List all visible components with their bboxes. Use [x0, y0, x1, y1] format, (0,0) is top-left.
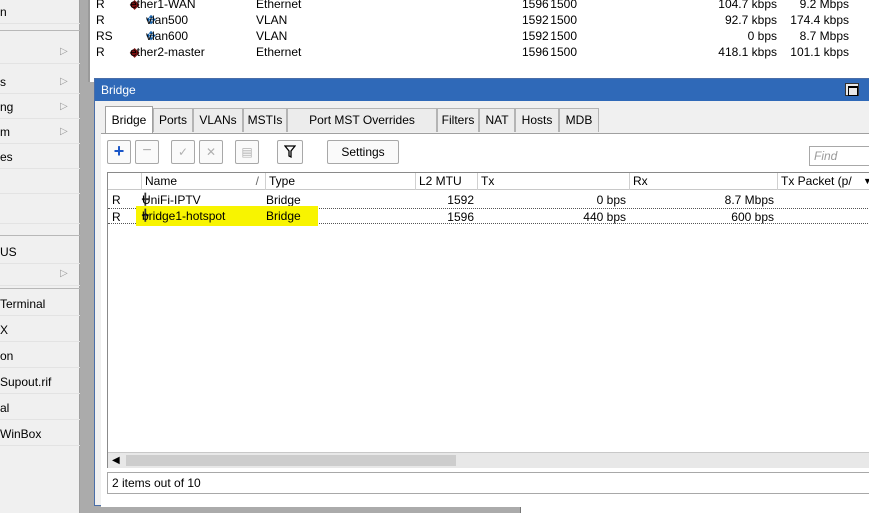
status-bar: 2 items out of 10 [107, 472, 869, 494]
menu-divider [0, 30, 80, 31]
enable-icon[interactable]: ✓ [171, 140, 195, 164]
tab-vlans[interactable]: VLANs [193, 108, 243, 132]
table-row-selected[interactable]: R ╋ bridge1-hotspot Bridge 1596 440 bps 60… [108, 206, 869, 226]
menu-item[interactable] [0, 200, 80, 224]
settings-button[interactable]: Settings [327, 140, 399, 164]
highlight-marker: ╋ bridge1-hotspot Bridge [136, 206, 318, 226]
chevron-right-icon: ▷ [60, 101, 68, 112]
menu-item[interactable]: on [0, 344, 80, 368]
tab-hosts[interactable]: Hosts [515, 108, 559, 132]
tab-mstis[interactable]: MSTIs [243, 108, 287, 132]
menu-item[interactable]: X [0, 318, 80, 342]
tab-ports[interactable]: Ports [153, 108, 193, 132]
filter-icon[interactable] [277, 140, 303, 164]
tab-port-mst-overrides[interactable]: Port MST Overrides [287, 108, 437, 132]
chevron-right-icon: ▷ [60, 268, 68, 279]
tab-nat[interactable]: NAT [479, 108, 515, 132]
menu-item[interactable]: s ▷ [0, 70, 80, 94]
comment-icon[interactable]: ▤ [235, 140, 259, 164]
tab-mdb[interactable]: MDB [559, 108, 599, 132]
menu-divider [0, 235, 80, 236]
column-header-l2mtu[interactable]: L2 MTU [416, 173, 478, 190]
window-titlebar[interactable]: Bridge [95, 79, 869, 101]
add-icon[interactable]: + [107, 140, 131, 164]
menu-item[interactable]: ng ▷ [0, 95, 80, 119]
scrollbar-thumb[interactable] [126, 455, 456, 466]
menu-divider [0, 288, 80, 289]
table-row[interactable]: R ✥ vlan500 VLAN 1500 1592 92.7 kbps 174.… [90, 12, 869, 28]
column-header-tx[interactable]: Tx [478, 173, 630, 190]
bridge-window: Bridge Bridge Ports VLANs MSTIs Port MST… [94, 78, 869, 507]
tab-panel-bridge: + − ✓ ✕ ▤ Settings Find Name / Type L2 MT… [101, 133, 869, 507]
menu-item-make-supout[interactable]: Supout.rif [0, 370, 80, 394]
window-title: Bridge [101, 83, 136, 97]
maximize-icon[interactable] [845, 83, 859, 96]
menu-item[interactable]: al [0, 396, 80, 420]
menu-item-new-terminal[interactable]: Terminal [0, 292, 80, 316]
main-menu: n ▷ s ▷ ng ▷ m ▷ es US ▷ Terminal X on Supo… [0, 0, 80, 513]
table-row[interactable]: R ◆ ether1-WAN Ethernet 1500 1596 104.7 k… [90, 0, 869, 12]
interface-list-window: R ◆ ether1-WAN Ethernet 1500 1596 104.7 k… [88, 0, 869, 82]
find-input[interactable]: Find [809, 146, 869, 166]
chevron-right-icon: ▷ [60, 126, 68, 137]
tab-filters[interactable]: Filters [437, 108, 479, 132]
menu-item[interactable] [0, 170, 80, 194]
column-header-type[interactable]: Type [266, 173, 416, 190]
menu-item[interactable]: US [0, 240, 80, 264]
scroll-left-icon[interactable]: ◀ [112, 453, 120, 469]
table-row[interactable]: R ◆ ether2-master Ethernet 1500 1596 418.… [90, 44, 869, 60]
horizontal-scrollbar[interactable]: ◀ [108, 452, 869, 468]
table-header: Name / Type L2 MTU Tx Rx Tx Packet (p/▼ [108, 173, 869, 190]
table-row[interactable]: RS ✥ vlan600 VLAN 1500 1592 0 bps 8.7 Mbp… [90, 28, 869, 44]
column-header-flags[interactable] [108, 173, 142, 190]
dropdown-icon[interactable]: ▼ [863, 173, 869, 190]
menu-item[interactable]: m ▷ [0, 120, 80, 144]
menu-item[interactable]: es [0, 145, 80, 169]
chevron-right-icon: ▷ [60, 46, 68, 57]
menu-item[interactable]: ▷ [0, 262, 80, 286]
column-header-rx[interactable]: Rx [630, 173, 778, 190]
column-header-name[interactable]: Name / [142, 173, 266, 190]
menu-item[interactable]: ▷ [0, 40, 80, 64]
remove-icon[interactable]: − [135, 140, 159, 164]
menu-item[interactable]: n [0, 0, 80, 24]
chevron-right-icon: ▷ [60, 76, 68, 87]
disable-icon[interactable]: ✕ [199, 140, 223, 164]
bridge-table: Name / Type L2 MTU Tx Rx Tx Packet (p/▼ R… [107, 172, 869, 468]
column-header-tx-packet[interactable]: Tx Packet (p/▼ [778, 173, 869, 190]
menu-item-exit-winbox[interactable]: WinBox [0, 422, 80, 446]
tab-bridge[interactable]: Bridge [105, 106, 153, 133]
